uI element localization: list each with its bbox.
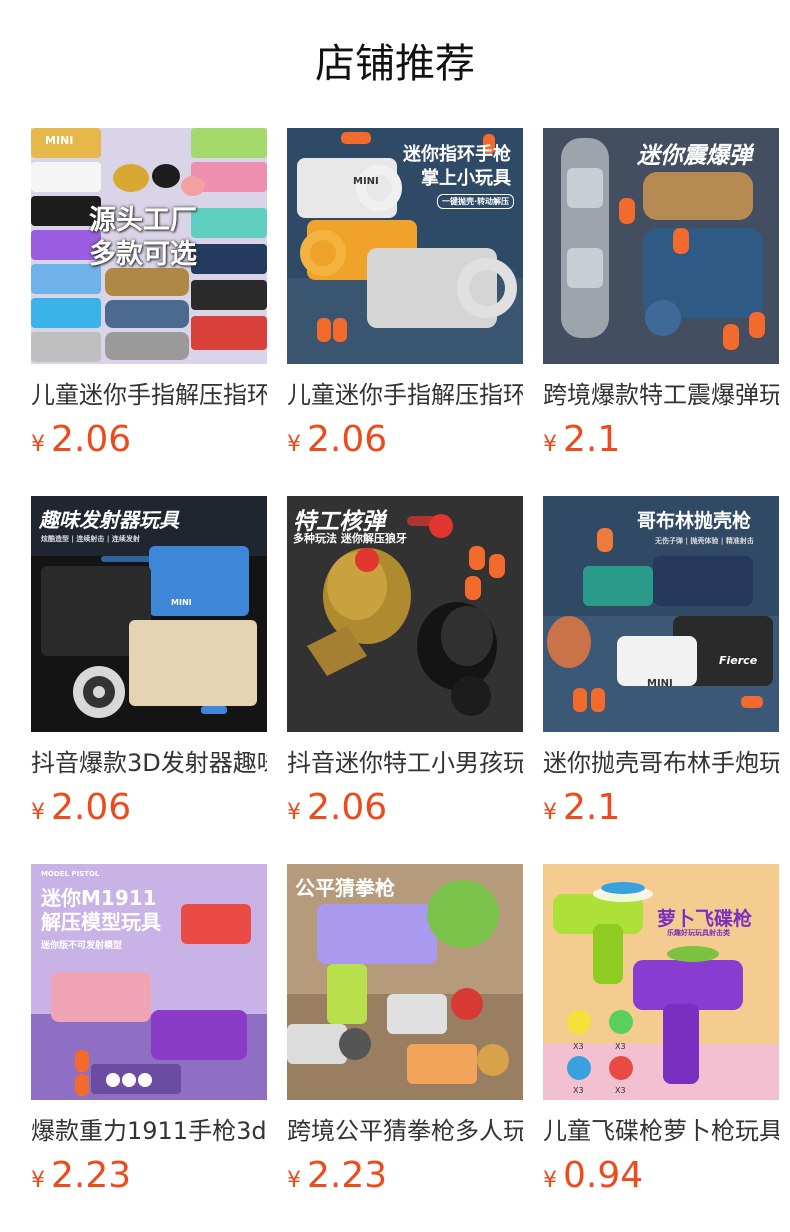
product-grid: MINI 源头工厂 多款可选 儿童迷你手指解压指环手枪 ¥2.06	[31, 128, 779, 1232]
product-image-qty-2: X3	[615, 1042, 626, 1051]
section-title: 店铺推荐	[315, 41, 475, 87]
product-card[interactable]: 萝卜飞碟枪 乐趣好玩玩具射击类 X3 X3 X3 X3 儿童飞碟枪萝卜枪玩具 ¥…	[543, 864, 779, 1232]
product-card[interactable]: 特工核弹 多种玩法 迷你解压狼牙 抖音迷你特工小男孩玩具 ¥2.06	[287, 496, 523, 864]
product-image[interactable]: 趣味发射器玩具 炫酷造型 | 连续射击 | 连续发射 MINI	[31, 496, 267, 732]
product-price: ¥2.06	[287, 785, 523, 831]
price-value: 2.06	[51, 419, 132, 460]
currency-symbol: ¥	[287, 1168, 301, 1193]
currency-symbol: ¥	[287, 432, 301, 457]
currency-symbol: ¥	[287, 800, 301, 825]
product-price: ¥2.1	[543, 785, 779, 831]
shop-recommend-page: 店铺推荐 MINI 源头工厂 多款可选 儿童迷你手指解压指环 ¥ 2.06 迷你…	[0, 0, 790, 1232]
product-card[interactable]: 迷你指环手枪 掌上小玩具 一键抛壳·转动解压 MINI 儿童迷你手指解压指环玩具…	[287, 128, 523, 496]
product-price: ¥0.94	[543, 1153, 779, 1199]
product-image-headline: 哥布林抛壳枪	[637, 510, 752, 532]
product-image-brand: Fierce	[719, 654, 758, 667]
product-image-badge: MINI	[353, 176, 379, 187]
price-value: 2.23	[307, 1155, 388, 1196]
product-name[interactable]: 抖音爆款3D发射器趣味玩具	[31, 747, 267, 779]
price-value: 2.06	[307, 787, 388, 828]
product-image-headline: 迷你震爆弹	[637, 143, 752, 169]
currency-symbol: ¥	[31, 800, 45, 825]
product-image[interactable]: 迷你震爆弹	[543, 128, 779, 364]
product-image-tagline: 炫酷造型 | 连续射击 | 连续发射	[41, 535, 140, 543]
product-name[interactable]: 抖音迷你特工小男孩玩具	[287, 747, 523, 779]
product-name[interactable]: 爆款重力1911手枪3d打印	[31, 1115, 267, 1147]
product-name[interactable]: 儿童迷你手指解压指环玩具	[287, 379, 523, 411]
product-image[interactable]: 公平猜拳枪	[287, 864, 523, 1100]
product-image-tagline: 一键抛壳·转动解压	[437, 194, 515, 209]
product-image-tagline: 多种玩法 迷你解压狼牙	[293, 532, 407, 545]
product-price: ¥2.06	[31, 417, 267, 463]
product-name[interactable]: 儿童飞碟枪萝卜枪玩具	[543, 1115, 779, 1147]
product-image-tagline: 乐趣好玩玩具射击类	[667, 929, 730, 937]
product-card[interactable]: MINI 源头工厂 多款可选 儿童迷你手指解压指环手枪 ¥2.06	[31, 128, 267, 496]
product-name[interactable]: 儿童迷你手指解压指环手枪	[31, 379, 267, 411]
currency-symbol: ¥	[543, 800, 557, 825]
product-image[interactable]: 哥布林抛壳枪 无伤子弹 | 抛壳体验 | 精准射击 MINI Fierce	[543, 496, 779, 732]
product-image-headline: 趣味发射器玩具	[39, 508, 179, 532]
product-name[interactable]: 跨境爆款特工震爆弹玩具	[543, 379, 779, 411]
product-card[interactable]: 趣味发射器玩具 炫酷造型 | 连续射击 | 连续发射 MINI 抖音爆款3D发射…	[31, 496, 267, 864]
product-price: ¥2.1	[543, 417, 779, 463]
product-price: ¥2.06	[287, 417, 523, 463]
product-image-subheadline: 多款可选	[89, 239, 197, 270]
price-value: 2.06	[51, 787, 132, 828]
price-value: 2.06	[307, 419, 388, 460]
product-name[interactable]: 迷你抛壳哥布林手炮玩具	[543, 747, 779, 779]
product-image-caption: MODEL PISTOL	[41, 870, 100, 878]
product-image-subheadline: 掌上小玩具	[421, 168, 511, 189]
product-image[interactable]: MINI 源头工厂 多款可选	[31, 128, 267, 364]
product-image[interactable]: MODEL PISTOL 迷你M1911 解压模型玩具 迷你版不可发射模型	[31, 864, 267, 1100]
product-price: ¥2.23	[287, 1153, 523, 1199]
price-value: 2.1	[563, 419, 621, 460]
product-image[interactable]: 萝卜飞碟枪 乐趣好玩玩具射击类 X3 X3 X3 X3	[543, 864, 779, 1100]
product-card[interactable]: 公平猜拳枪 跨境公平猜拳枪多人玩具 ¥2.23	[287, 864, 523, 1232]
currency-symbol: ¥	[31, 1168, 45, 1193]
product-image-subheadline: 解压模型玩具	[41, 910, 161, 934]
product-price: ¥2.23	[31, 1153, 267, 1199]
product-image-tagline: 迷你版不可发射模型	[41, 941, 123, 951]
product-card[interactable]: 哥布林抛壳枪 无伤子弹 | 抛壳体验 | 精准射击 MINI Fierce 迷你…	[543, 496, 779, 864]
product-image-badge: MINI	[171, 598, 192, 607]
product-price: ¥2.06	[31, 785, 267, 831]
product-image-qty-1: X3	[573, 1042, 584, 1051]
price-value: 0.94	[563, 1155, 644, 1196]
currency-symbol: ¥	[543, 1168, 557, 1193]
product-image-qty-3: X3	[573, 1086, 584, 1095]
product-image-qty-4: X3	[615, 1086, 626, 1095]
product-image[interactable]: 迷你指环手枪 掌上小玩具 一键抛壳·转动解压 MINI	[287, 128, 523, 364]
product-image-badge: MINI	[45, 134, 74, 147]
product-image[interactable]: 特工核弹 多种玩法 迷你解压狼牙	[287, 496, 523, 732]
product-card[interactable]: MODEL PISTOL 迷你M1911 解压模型玩具 迷你版不可发射模型 爆款…	[31, 864, 267, 1232]
product-image-headline: 公平猜拳枪	[295, 876, 395, 900]
product-name[interactable]: 跨境公平猜拳枪多人玩具	[287, 1115, 523, 1147]
product-image-headline: 萝卜飞碟枪	[657, 908, 753, 930]
product-image-badge: MINI	[647, 678, 673, 689]
price-value: 2.23	[51, 1155, 132, 1196]
product-image-tagline: 无伤子弹 | 抛壳体验 | 精准射击	[655, 537, 754, 545]
price-value: 2.1	[563, 787, 621, 828]
product-card[interactable]: 迷你震爆弹 跨境爆款特工震爆弹玩具 ¥2.1	[543, 128, 779, 496]
currency-symbol: ¥	[543, 432, 557, 457]
currency-symbol: ¥	[31, 432, 45, 457]
product-image-headline: 迷你指环手枪	[403, 144, 511, 165]
